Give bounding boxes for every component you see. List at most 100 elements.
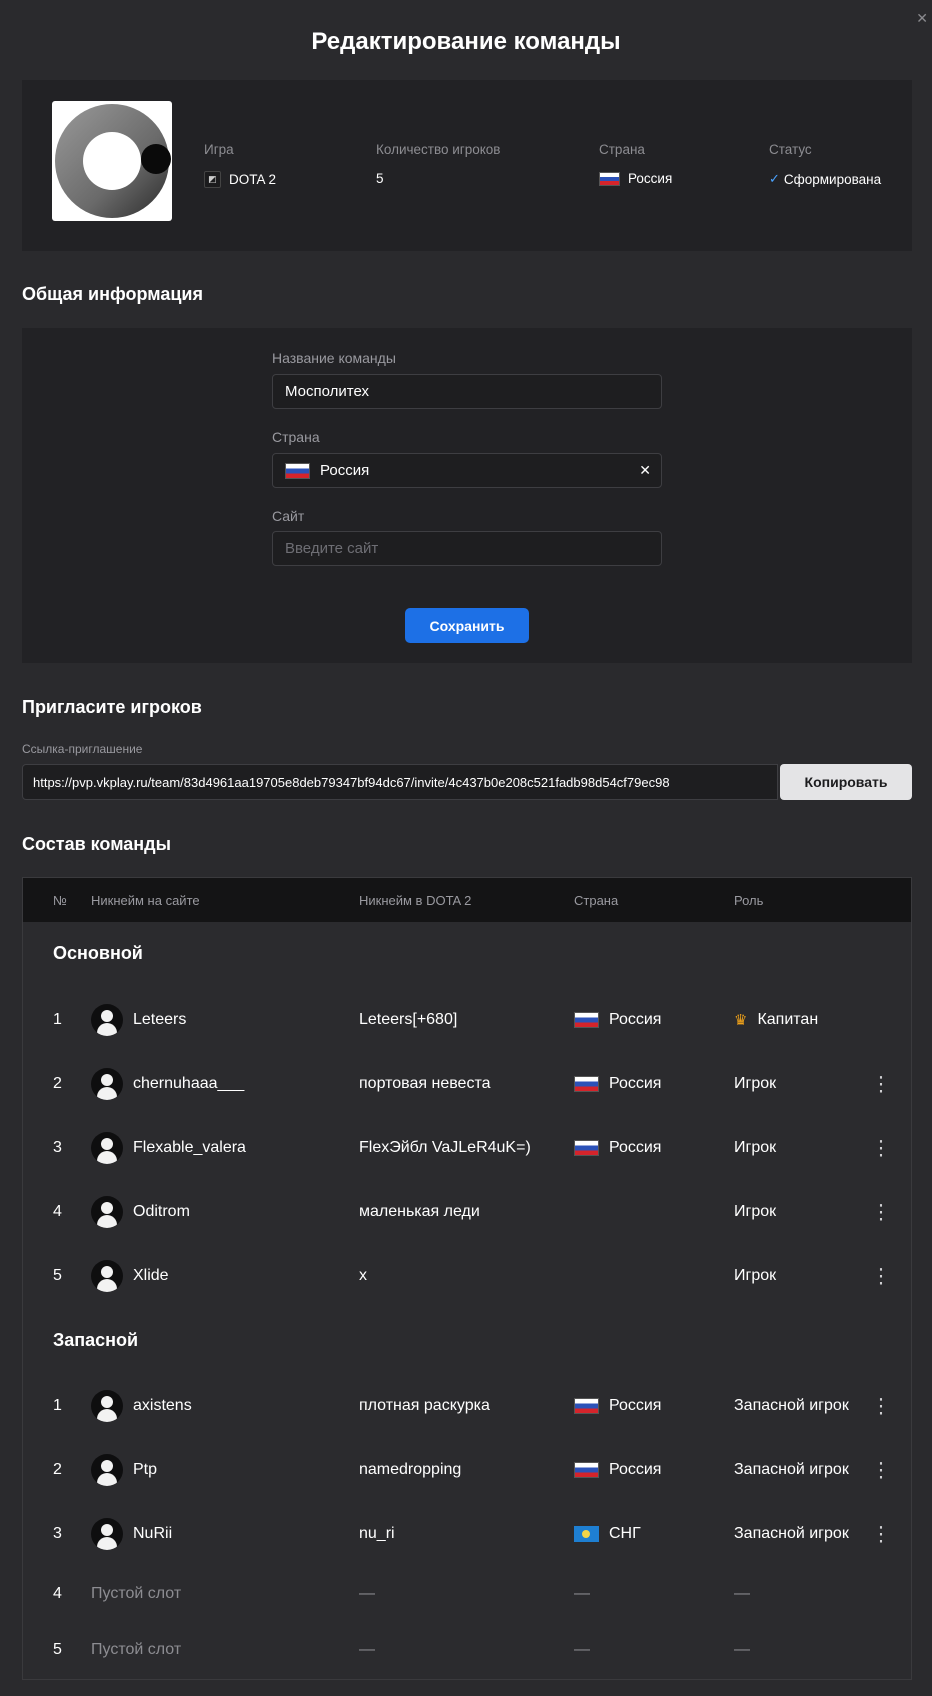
row-nick[interactable]: chernuhaaa___	[133, 1075, 244, 1093]
more-options-icon[interactable]: ⋮	[871, 1522, 891, 1547]
row-game-nick: портовая невеста	[359, 1075, 491, 1092]
avatar-icon[interactable]	[91, 1196, 123, 1228]
avatar-icon[interactable]	[91, 1068, 123, 1100]
team-name-input[interactable]: Мосполитех	[272, 374, 662, 409]
country-select-value: Россия	[320, 462, 370, 479]
row-num: 5	[53, 1267, 62, 1284]
country-select[interactable]: Россия ✕	[272, 453, 662, 488]
game-label: Игра	[204, 142, 234, 157]
table-row[interactable]: 2 Ptp namedropping Россия Запасной игрок…	[23, 1448, 911, 1492]
avatar-icon[interactable]	[91, 1518, 123, 1550]
avatar-icon[interactable]	[91, 1132, 123, 1164]
more-options-icon[interactable]: ⋮	[871, 1264, 891, 1289]
copy-button[interactable]: Копировать	[780, 764, 912, 800]
dota-icon: ◩	[204, 171, 221, 188]
row-country: Россия	[609, 1139, 662, 1156]
site-label: Сайт	[272, 508, 305, 524]
more-options-icon[interactable]: ⋮	[871, 1458, 891, 1483]
row-nick[interactable]: NuRii	[133, 1525, 172, 1543]
row-nick[interactable]: axistens	[133, 1397, 192, 1415]
row-game-nick: FlexЭйбл VaJLeR4uK=)	[359, 1139, 531, 1156]
header-game-nick: Никнейм в DOTA 2	[359, 892, 472, 908]
row-game-nick: —	[359, 1641, 375, 1658]
invite-link-field[interactable]: https://pvp.vkplay.ru/team/83d4961aa1970…	[22, 764, 778, 800]
avatar-icon[interactable]	[91, 1454, 123, 1486]
roster-heading: Состав команды	[22, 834, 171, 854]
table-row-empty-slot: 4 Пустой слот — — —	[23, 1572, 911, 1616]
team-summary-card: Игра ◩ DOTA 2 Количество игроков 5 Стран…	[22, 80, 912, 251]
team-game-info: Игра ◩ DOTA 2	[204, 142, 276, 188]
russia-flag-icon	[285, 462, 310, 479]
row-num: 4	[53, 1203, 62, 1220]
row-country: —	[574, 1585, 590, 1602]
clear-icon[interactable]: ✕	[639, 462, 651, 479]
row-role: Игрок	[734, 1267, 777, 1284]
invite-link-label: Ссылка-приглашение	[22, 742, 143, 756]
header-role: Роль	[734, 892, 764, 908]
save-button[interactable]: Сохранить	[405, 608, 529, 643]
row-num: 2	[53, 1075, 62, 1092]
row-country: —	[574, 1641, 590, 1658]
more-options-icon[interactable]: ⋮	[871, 1136, 891, 1161]
main-group-title: Основной	[53, 943, 143, 963]
russia-flag-icon	[599, 171, 620, 186]
row-game-nick: nu_ri	[359, 1525, 395, 1542]
site-placeholder: Введите сайт	[285, 540, 379, 557]
row-country: Россия	[609, 1075, 662, 1092]
team-name-label: Название команды	[272, 350, 396, 366]
row-country: СНГ	[609, 1525, 641, 1542]
row-nick[interactable]: Xlide	[133, 1267, 169, 1285]
row-nick[interactable]: Flexable_valera	[133, 1139, 246, 1157]
row-role: Капитан	[757, 1011, 819, 1028]
row-num: 2	[53, 1461, 62, 1478]
avatar-icon[interactable]	[91, 1260, 123, 1292]
site-input[interactable]: Введите сайт	[272, 531, 662, 566]
crown-icon: ♛	[734, 1012, 748, 1029]
team-status-info: Статус ✓ Сформирована	[769, 142, 881, 187]
row-game-nick: —	[359, 1585, 375, 1602]
row-nick[interactable]: Leteers	[133, 1011, 186, 1029]
row-game-nick: плотная раскурка	[359, 1397, 490, 1414]
general-info-panel: Название команды Мосполитех Страна Росси…	[22, 328, 912, 663]
avatar-icon[interactable]	[91, 1004, 123, 1036]
reserve-group-title: Запасной	[53, 1330, 139, 1350]
avatar-icon[interactable]	[91, 1390, 123, 1422]
more-options-icon[interactable]: ⋮	[871, 1200, 891, 1225]
row-num: 3	[53, 1139, 62, 1156]
team-logo[interactable]	[52, 101, 172, 221]
cis-flag-icon	[574, 1526, 599, 1542]
invite-link-value: https://pvp.vkplay.ru/team/83d4961aa1970…	[33, 774, 670, 790]
row-nick[interactable]: Oditrom	[133, 1203, 190, 1221]
row-nick[interactable]: Ptp	[133, 1461, 157, 1479]
row-nick: Пустой слот	[91, 1585, 182, 1602]
row-nick: Пустой слот	[91, 1641, 182, 1658]
table-row[interactable]: 2 chernuhaaa___ портовая невеста Россия …	[23, 1062, 911, 1106]
row-num: 5	[53, 1641, 62, 1658]
table-row[interactable]: 1 axistens плотная раскурка Россия Запас…	[23, 1384, 911, 1428]
row-num: 1	[53, 1397, 62, 1414]
team-logo-image	[55, 104, 171, 218]
team-players-info: Количество игроков 5	[376, 142, 500, 186]
table-row[interactable]: 3 Flexable_valera FlexЭйбл VaJLeR4uK=) Р…	[23, 1126, 911, 1170]
more-options-icon[interactable]: ⋮	[871, 1394, 891, 1419]
table-row[interactable]: 4 Oditrom маленькая леди Игрок ⋮	[23, 1190, 911, 1234]
header-nick: Никнейм на сайте	[91, 892, 200, 908]
game-value: DOTA 2	[229, 172, 277, 187]
russia-flag-icon	[574, 1140, 599, 1156]
table-row[interactable]: 5 Xlide x Игрок ⋮	[23, 1254, 911, 1298]
country-label: Страна	[599, 142, 645, 157]
table-row[interactable]: 1 Leteers Leteers[+680] Россия ♛ Капитан	[23, 998, 911, 1042]
russia-flag-icon	[574, 1012, 599, 1028]
russia-flag-icon	[574, 1398, 599, 1414]
table-row[interactable]: 3 NuRii nu_ri СНГ Запасной игрок ⋮	[23, 1512, 911, 1556]
row-game-nick: namedropping	[359, 1461, 462, 1478]
close-icon[interactable]: ✕	[916, 10, 928, 27]
row-game-nick: маленькая леди	[359, 1203, 480, 1220]
row-country: Россия	[609, 1397, 662, 1414]
russia-flag-icon	[574, 1076, 599, 1092]
general-info-heading: Общая информация	[22, 284, 203, 304]
status-value: Сформирована	[783, 171, 882, 187]
more-options-icon[interactable]: ⋮	[871, 1072, 891, 1097]
row-role: —	[734, 1585, 750, 1602]
row-role: Игрок	[734, 1075, 777, 1092]
